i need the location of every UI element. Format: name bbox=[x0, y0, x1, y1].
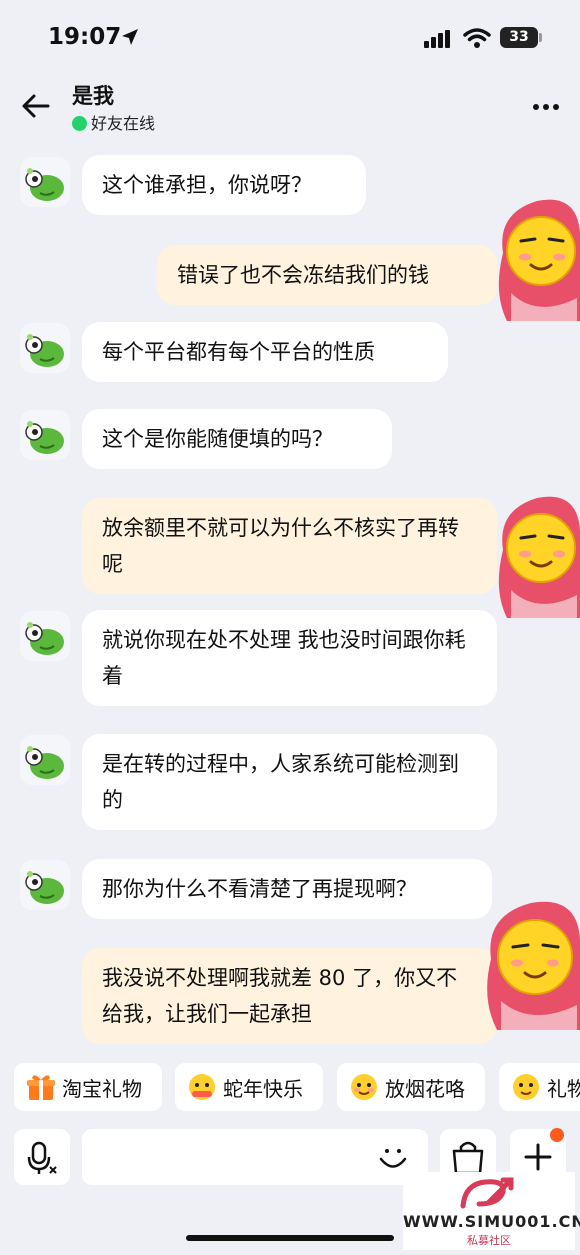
location-arrow-icon bbox=[122, 29, 138, 45]
wifi-icon bbox=[463, 28, 491, 48]
quick-reply-snake-year[interactable]: 蛇年快乐 bbox=[175, 1063, 323, 1111]
smiley-sticker-avatar[interactable] bbox=[485, 895, 580, 1030]
frog-avatar-icon bbox=[25, 334, 64, 367]
more-options-icon[interactable] bbox=[532, 103, 560, 111]
contact-avatar[interactable] bbox=[20, 860, 70, 910]
contact-avatar[interactable] bbox=[20, 323, 70, 373]
smiley-sticker-avatar[interactable] bbox=[497, 193, 580, 321]
message-bubble-outgoing[interactable]: 放余额里不就可以为什么不核实了再转呢 bbox=[82, 498, 497, 594]
emoji-icon bbox=[513, 1074, 539, 1100]
emoji-picker-icon[interactable] bbox=[378, 1142, 408, 1172]
message-bubble-incoming[interactable]: 是在转的过程中，人家系统可能检测到的 bbox=[82, 734, 497, 830]
quick-reply-taobao-gift[interactable]: 淘宝礼物 bbox=[14, 1063, 162, 1111]
status-bar: 19:07 33 bbox=[0, 0, 580, 70]
message-input[interactable] bbox=[82, 1129, 428, 1185]
watermark: WWW.SIMU001.CN 私募社区 bbox=[403, 1172, 580, 1250]
message-bubble-outgoing[interactable]: 错误了也不会冻结我们的钱 bbox=[157, 245, 497, 305]
gift-icon bbox=[27, 1075, 55, 1100]
watermark-site: WWW.SIMU001.CN bbox=[403, 1212, 580, 1231]
contact-avatar[interactable] bbox=[20, 735, 70, 785]
frog-avatar-icon bbox=[25, 746, 64, 779]
message-bubble-incoming[interactable]: 这个谁承担，你说呀？ bbox=[82, 155, 366, 215]
contact-avatar[interactable] bbox=[20, 410, 70, 460]
battery-indicator: 33 bbox=[500, 27, 538, 48]
quick-reply-label: 放烟花咯 bbox=[385, 1076, 465, 1101]
quick-reply-label: 礼物 bbox=[547, 1076, 580, 1101]
back-arrow-icon[interactable] bbox=[20, 92, 52, 120]
smiley-sticker-avatar[interactable] bbox=[497, 490, 580, 618]
message-bubble-incoming[interactable]: 那你为什么不看清楚了再提现啊？ bbox=[82, 859, 492, 919]
online-status: 好友在线 bbox=[72, 110, 155, 134]
microphone-icon bbox=[27, 1141, 57, 1174]
notification-dot bbox=[550, 1128, 564, 1142]
battery-cap bbox=[539, 33, 542, 42]
home-indicator[interactable] bbox=[186, 1235, 394, 1241]
message-bubble-incoming[interactable]: 就说你现在处不处理 我也没时间跟你耗着 bbox=[82, 610, 497, 706]
watermark-subtitle: 私募社区 bbox=[467, 1234, 511, 1247]
contact-name[interactable]: 是我 bbox=[72, 80, 114, 110]
quick-reply-fireworks[interactable]: 放烟花咯 bbox=[337, 1063, 485, 1111]
frog-avatar-icon bbox=[25, 421, 64, 454]
contact-avatar[interactable] bbox=[20, 611, 70, 661]
online-dot-icon bbox=[72, 116, 87, 131]
message-bubble-outgoing[interactable]: 我没说不处理啊我就差 80 了，你又不给我，让我们一起承担 bbox=[82, 948, 497, 1044]
frog-avatar-icon bbox=[25, 168, 64, 201]
status-time: 19:07 bbox=[48, 24, 122, 50]
contact-avatar[interactable] bbox=[20, 157, 70, 207]
message-bubble-incoming[interactable]: 这个是你能随便填的吗？ bbox=[82, 409, 392, 469]
voice-input-button[interactable] bbox=[14, 1129, 70, 1185]
quick-reply-label: 蛇年快乐 bbox=[223, 1076, 303, 1101]
frog-avatar-icon bbox=[25, 871, 64, 904]
chat-header: 是我 好友在线 bbox=[0, 70, 580, 140]
emoji-icon bbox=[189, 1074, 215, 1100]
quick-reply-gift[interactable]: 礼物 bbox=[499, 1063, 580, 1111]
frog-avatar-icon bbox=[25, 622, 64, 655]
cellular-signal-icon bbox=[424, 30, 450, 48]
online-status-label: 好友在线 bbox=[91, 114, 156, 133]
message-bubble-incoming[interactable]: 每个平台都有每个平台的性质 bbox=[82, 322, 448, 382]
emoji-icon bbox=[351, 1074, 377, 1100]
watermark-logo-icon bbox=[460, 1177, 514, 1209]
quick-reply-label: 淘宝礼物 bbox=[62, 1076, 142, 1101]
